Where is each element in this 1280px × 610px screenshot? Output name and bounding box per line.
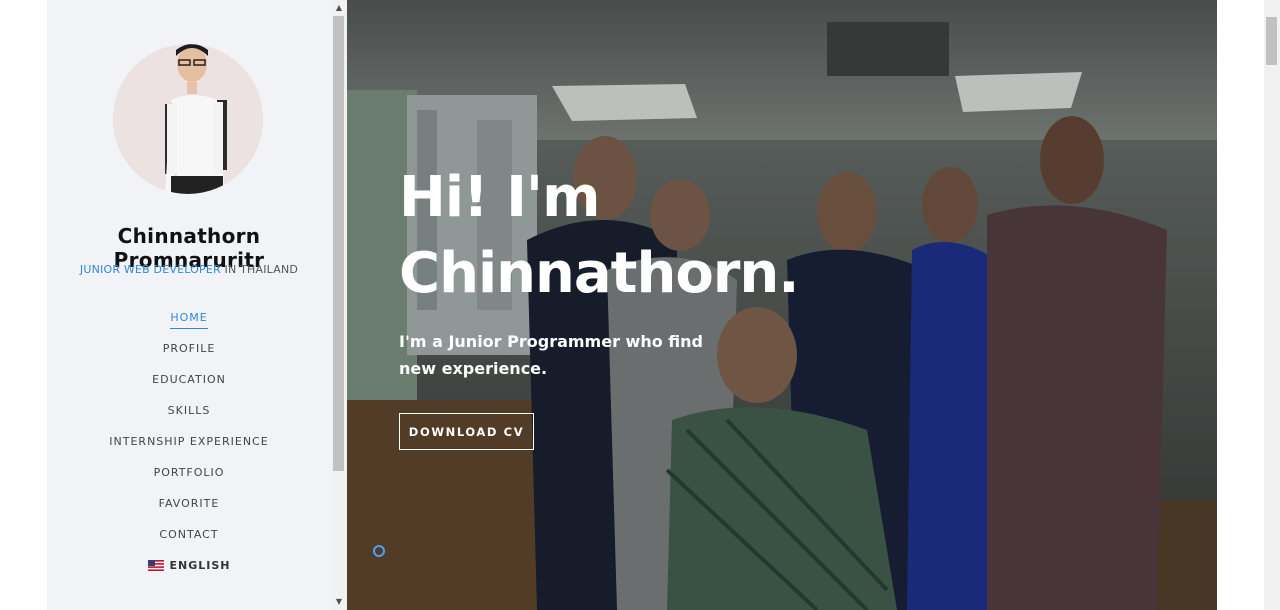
nav-education[interactable]: EDUCATION	[152, 373, 226, 390]
scroll-up-arrow-icon[interactable]: ▲	[331, 0, 347, 16]
hero-heading-line-1: Hi! I'm	[399, 165, 600, 230]
nav-skills[interactable]: SKILLS	[168, 404, 211, 421]
scroll-down-arrow-icon[interactable]: ▼	[331, 594, 347, 610]
avatar	[113, 44, 263, 194]
language-switcher[interactable]: ENGLISH	[147, 559, 231, 576]
slider-indicator-dot[interactable]	[373, 545, 385, 557]
download-cv-button[interactable]: DOWNLOAD CV	[399, 413, 534, 450]
sidebar-scrollbar[interactable]: ▲ ▼	[331, 0, 347, 610]
us-flag-icon	[147, 560, 164, 571]
sidebar: Chinnathorn Promnaruritr JUNIOR WEB DEVE…	[47, 0, 331, 610]
hero-heading-line-2: Chinnathorn.	[399, 241, 800, 306]
nav-home[interactable]: HOME	[170, 311, 208, 329]
page-scroll-thumb[interactable]	[1266, 17, 1277, 65]
subtitle-role: JUNIOR WEB DEVELOPER	[79, 263, 221, 276]
profile-photo	[113, 44, 263, 194]
hero-heading: Hi! I'm Chinnathorn.	[399, 160, 800, 312]
nav-profile[interactable]: PROFILE	[163, 342, 216, 359]
nav-internship-experience[interactable]: INTERNSHIP EXPERIENCE	[109, 435, 268, 452]
nav-portfolio[interactable]: PORTFOLIO	[154, 466, 225, 483]
subtitle-location: IN THAILAND	[220, 263, 299, 276]
sidebar-scroll-thumb[interactable]	[333, 16, 344, 471]
hero-tagline: I'm a Junior Programmer who find new exp…	[399, 332, 703, 378]
site-subtitle: JUNIOR WEB DEVELOPER IN THAILAND	[47, 263, 331, 276]
page-scrollbar[interactable]	[1264, 0, 1280, 610]
nav-contact[interactable]: CONTACT	[159, 528, 218, 545]
language-label: ENGLISH	[169, 559, 231, 572]
main-nav: HOME PROFILE EDUCATION SKILLS INTERNSHIP…	[47, 309, 331, 588]
hero-section: Hi! I'm Chinnathorn. I'm a Junior Progra…	[347, 0, 1217, 610]
nav-favorite[interactable]: FAVORITE	[159, 497, 220, 514]
